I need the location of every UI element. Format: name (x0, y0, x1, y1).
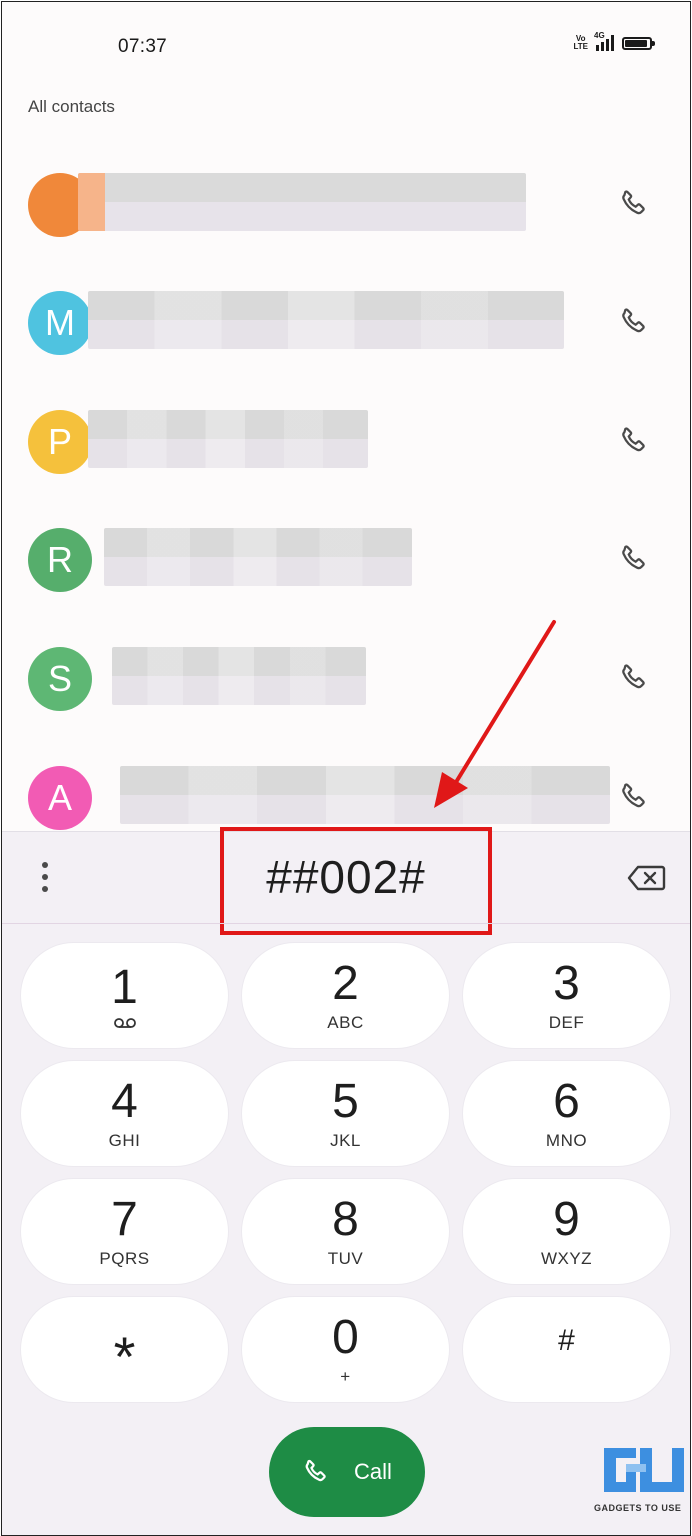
phone-icon (305, 1459, 326, 1482)
key-star[interactable]: * (21, 1297, 228, 1402)
network-type: 4G (594, 31, 605, 40)
contact-name-redacted (112, 647, 366, 705)
contact-name-redacted (88, 291, 564, 349)
volte-icon: Vo LTE (573, 34, 588, 51)
contact-name-redacted (88, 410, 368, 468)
backspace-icon[interactable] (626, 864, 666, 892)
keypad-grid: 1 2 ABC 3 DEF 4 GHI 5 JKL 6 MNO 7 PQRS 8… (21, 943, 670, 1402)
key-0[interactable]: 0 + (242, 1297, 449, 1402)
contact-name-redacted (104, 528, 412, 586)
call-label: Call (354, 1459, 392, 1484)
voicemail-icon (113, 1017, 136, 1028)
key-8[interactable]: 8 TUV (242, 1179, 449, 1284)
key-1[interactable]: 1 (21, 943, 228, 1048)
key-hash[interactable]: # (463, 1297, 670, 1402)
contact-avatar: S (28, 647, 92, 711)
annotation-arrow (434, 620, 556, 808)
contact-name-redacted (78, 173, 526, 231)
dialpad-panel: ##002# 1 2 ABC 3 DEF 4 GHI 5 JKL 6 MNO 7… (2, 827, 690, 1535)
annotation-highlight-box (220, 827, 492, 935)
contact-row[interactable]: S (2, 647, 690, 765)
key-6[interactable]: 6 MNO (463, 1061, 670, 1166)
contact-row[interactable]: M (2, 291, 690, 409)
contacts-section-title: All contacts (28, 97, 115, 116)
key-2[interactable]: 2 ABC (242, 943, 449, 1048)
key-5[interactable]: 5 JKL (242, 1061, 449, 1166)
signal-icon: 4G (594, 31, 614, 51)
phone-call-icon[interactable] (618, 305, 652, 339)
key-9[interactable]: 9 WXYZ (463, 1179, 670, 1284)
phone-call-icon[interactable] (618, 187, 652, 221)
contact-avatar: P (28, 410, 92, 474)
status-time: 07:37 (118, 36, 168, 57)
contact-row[interactable]: P (2, 410, 690, 528)
display-divider (2, 923, 690, 924)
key-3[interactable]: 3 DEF (463, 943, 670, 1048)
key-4[interactable]: 4 GHI (21, 1061, 228, 1166)
contact-avatar: A (28, 766, 92, 830)
phone-call-icon[interactable] (618, 661, 652, 695)
phone-call-icon[interactable] (618, 424, 652, 458)
key-7[interactable]: 7 PQRS (21, 1179, 228, 1284)
contact-row[interactable]: R (2, 528, 690, 646)
contact-avatar: R (28, 528, 92, 592)
contact-avatar: M (28, 291, 92, 355)
gadgets-to-use-logo (604, 1448, 684, 1492)
phone-call-icon[interactable] (618, 780, 652, 814)
phone-screen: 07:37 Vo LTE 4G All contacts M P R S A #… (1, 1, 691, 1536)
contact-row[interactable] (2, 173, 690, 291)
battery-icon (622, 36, 655, 50)
phone-call-icon[interactable] (618, 542, 652, 576)
watermark-text: GADGETS TO USE (594, 1503, 682, 1513)
call-button[interactable]: Call (269, 1427, 425, 1517)
watermark-logo: GADGETS TO USE (594, 1444, 690, 1534)
status-icons: Vo LTE 4G (573, 31, 655, 51)
